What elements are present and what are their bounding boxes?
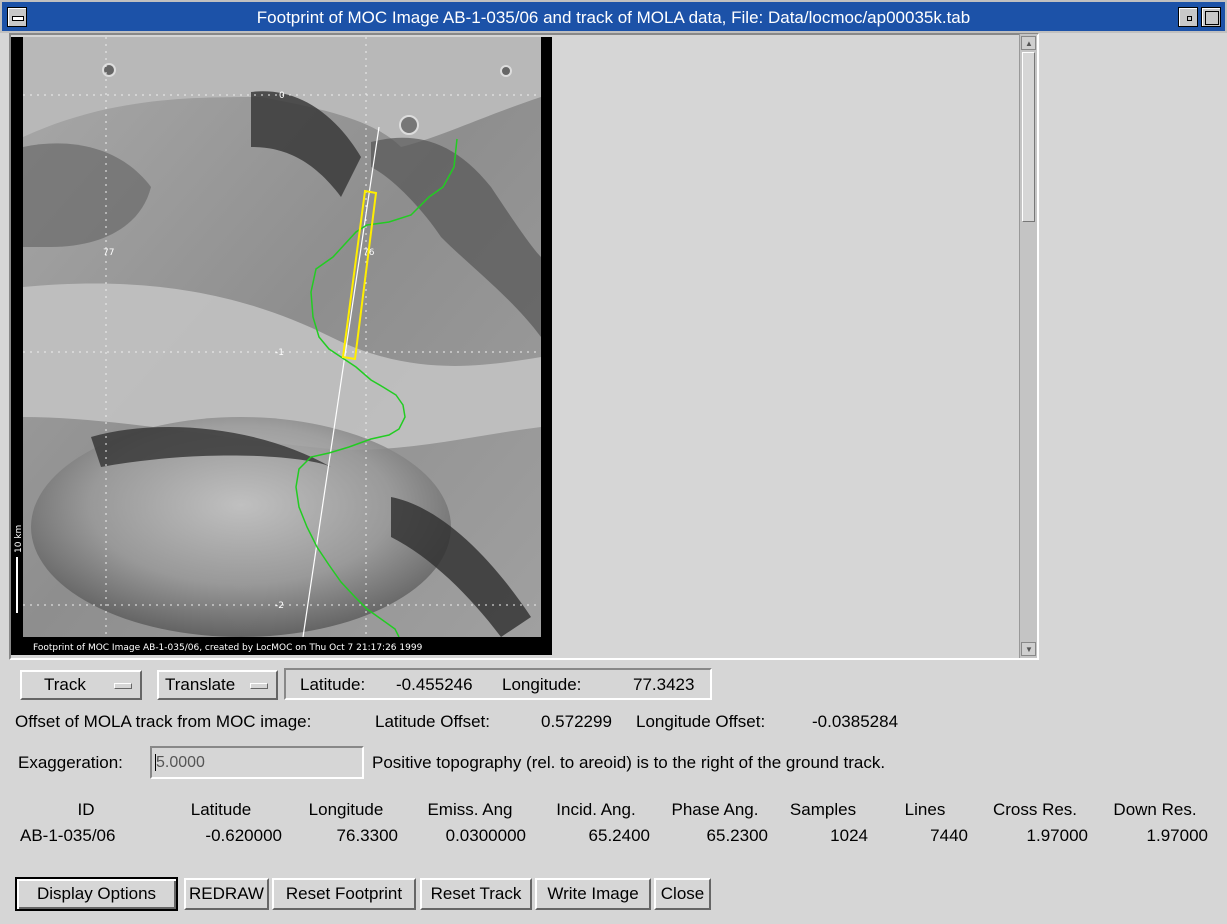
- offset-label: Offset of MOLA track from MOC image:: [15, 712, 312, 731]
- table-cell-lines: 7440: [930, 826, 968, 845]
- table-cell-longitude: 76.3300: [336, 826, 398, 845]
- table-header: ID: [77, 800, 95, 819]
- latitude-value: -0.455246: [396, 675, 473, 694]
- scroll-up-icon: ▲: [1025, 39, 1033, 48]
- scroll-thumb[interactable]: [1022, 52, 1035, 222]
- topography-note: Positive topography (rel. to areoid) is …: [372, 753, 886, 772]
- longitude-label: Longitude:: [502, 675, 582, 694]
- table-cell-emission: 0.0300000: [445, 826, 526, 845]
- scroll-down-button[interactable]: ▼: [1021, 642, 1036, 656]
- lat-offset-value: 0.572299: [541, 712, 612, 731]
- reset-footprint-button[interactable]: Reset Footprint: [272, 878, 416, 910]
- lat-offset-label: Latitude Offset:: [375, 712, 490, 731]
- window-title: Footprint of MOC Image AB-1-035/06 and t…: [256, 8, 971, 27]
- translate-option-menu[interactable]: Translate: [157, 670, 278, 700]
- exaggeration-value: 5.0000: [156, 754, 205, 771]
- table-header: Lines: [904, 800, 946, 819]
- table-header: Cross Res.: [992, 800, 1078, 819]
- reset-track-button[interactable]: Reset Track: [420, 878, 532, 910]
- scale-label: 10 km: [14, 525, 24, 553]
- title-bar: Footprint of MOC Image AB-1-035/06 and t…: [0, 0, 1227, 33]
- vertical-scrollbar[interactable]: ▲ ▼: [1019, 34, 1037, 658]
- exaggeration-label: Exaggeration:: [18, 753, 123, 772]
- latitude-label: Latitude:: [300, 675, 366, 694]
- close-button[interactable]: Close: [654, 878, 711, 910]
- moc-image-svg[interactable]: 0 -1 -2 77 76 10 km Footprint of MOC Ima…: [11, 37, 552, 655]
- table-header: Latitude: [190, 800, 252, 819]
- image-caption: Footprint of MOC Image AB-1-035/06, crea…: [33, 643, 423, 653]
- exaggeration-input[interactable]: 5.0000: [150, 746, 364, 779]
- table-cell-latitude: -0.620000: [205, 826, 282, 845]
- table-header: Incid. Ang.: [556, 800, 636, 819]
- table-header: Samples: [789, 800, 857, 819]
- translate-option-label: Translate: [165, 675, 236, 694]
- moc-image[interactable]: 0 -1 -2 77 76 10 km Footprint of MOC Ima…: [11, 37, 552, 655]
- small-crater: [500, 65, 512, 77]
- minimize-button[interactable]: [1178, 7, 1198, 27]
- write-image-button[interactable]: Write Image: [535, 878, 651, 910]
- table-cell-down-res: 1.97000: [1146, 826, 1208, 845]
- longitude-value: 77.3423: [633, 675, 695, 694]
- lat-label-2: -2: [275, 601, 284, 611]
- table-header: Longitude: [308, 800, 384, 819]
- redraw-button[interactable]: REDRAW: [184, 878, 269, 910]
- small-crater: [399, 115, 419, 135]
- table-header: Down Res.: [1113, 800, 1197, 819]
- scroll-up-button[interactable]: ▲: [1021, 36, 1036, 50]
- lon-offset-label: Longitude Offset:: [636, 712, 766, 731]
- dropdown-indicator-icon: [250, 683, 268, 689]
- lon-offset-value: -0.0385284: [812, 712, 899, 731]
- table-header: Phase Ang.: [671, 800, 759, 819]
- scroll-down-icon: ▼: [1025, 645, 1033, 654]
- table-cell-incidence: 65.2400: [588, 826, 650, 845]
- dropdown-indicator-icon: [114, 683, 132, 689]
- table-cell-samples: 1024: [830, 826, 868, 845]
- track-option-menu[interactable]: Track: [20, 670, 142, 700]
- lat-label-0: 0: [279, 91, 285, 101]
- table-cell-cross-res: 1.97000: [1026, 826, 1088, 845]
- lat-label-1: -1: [275, 348, 284, 358]
- display-options-button[interactable]: Display Options: [15, 877, 178, 911]
- position-readout: Latitude: -0.455246 Longitude: 77.3423: [284, 668, 712, 700]
- table-cell-phase: 65.2300: [706, 826, 768, 845]
- table-header: Emiss. Ang: [427, 800, 513, 819]
- lon-label-left: 77: [103, 248, 114, 258]
- maximize-button[interactable]: [1201, 7, 1221, 27]
- small-crater: [102, 63, 116, 77]
- table-cell-id: AB-1-035/06: [20, 826, 116, 845]
- track-option-label: Track: [44, 675, 86, 694]
